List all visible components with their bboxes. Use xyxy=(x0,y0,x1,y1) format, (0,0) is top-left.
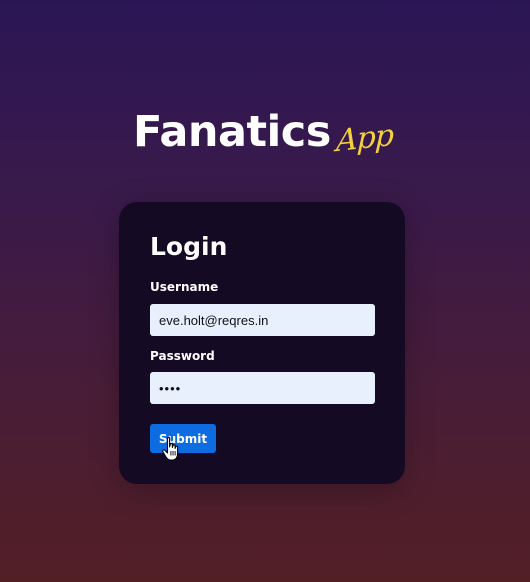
login-title: Login xyxy=(150,232,228,261)
brand-suffix: App xyxy=(335,117,394,160)
password-label: Password xyxy=(150,349,215,363)
password-input[interactable] xyxy=(150,372,375,404)
hand-pointer-icon xyxy=(162,436,179,461)
username-input[interactable] xyxy=(150,304,375,336)
brand-logo: Fanatics App xyxy=(133,104,394,180)
username-label: Username xyxy=(150,280,219,294)
brand-name: Fanatics xyxy=(133,107,331,157)
submit-button[interactable]: Submit xyxy=(150,424,216,453)
